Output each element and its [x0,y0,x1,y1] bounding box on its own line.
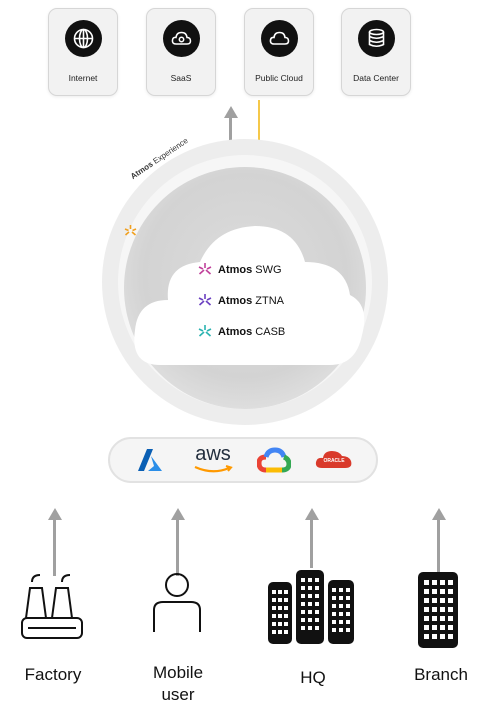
source-label-mobile-user: Mobile user [152,663,204,704]
service-ztna: Atmos ZTNA [198,293,284,307]
atmos-logo-icon [124,224,137,237]
building-icon [416,570,460,655]
aws-logo-icon: aws [191,443,235,477]
source-label-branch: Branch [414,665,468,684]
service-brand: Atmos [218,326,253,338]
service-casb: Atmos CASB [198,324,285,338]
branch-arrow-head [431,508,446,520]
factory-icon [20,572,86,649]
aws-wordmark: aws [195,443,231,465]
swg-icon [198,262,212,276]
service-name: SWG [255,264,282,276]
user-icon [150,572,206,649]
factory-arrow-head [47,508,62,520]
oracle-wordmark: ORACLE [323,458,345,464]
casb-icon [198,324,212,338]
ztna-icon [198,293,212,307]
branch-arrow-line [437,520,440,572]
service-brand: Atmos [218,295,253,307]
source-label-hq: HQ [300,668,326,687]
mobile-arrow-head [170,508,185,520]
oracle-logo-icon: ORACLE [314,447,354,473]
service-swg: Atmos SWG [198,262,282,276]
mobile-arrow-line [176,520,179,576]
service-brand: Atmos [218,264,253,276]
hq-arrow-head [304,508,319,520]
azure-logo-icon [137,447,163,478]
factory-arrow-line [53,520,56,576]
service-name: CASB [255,326,286,338]
google-cloud-logo-icon [256,447,292,478]
buildings-icon [266,568,358,653]
source-label-factory: Factory [24,665,82,684]
cloud-providers-bar: aws ORACLE [108,437,378,483]
hq-arrow-line [310,520,313,568]
service-name: ZTNA [255,295,285,307]
